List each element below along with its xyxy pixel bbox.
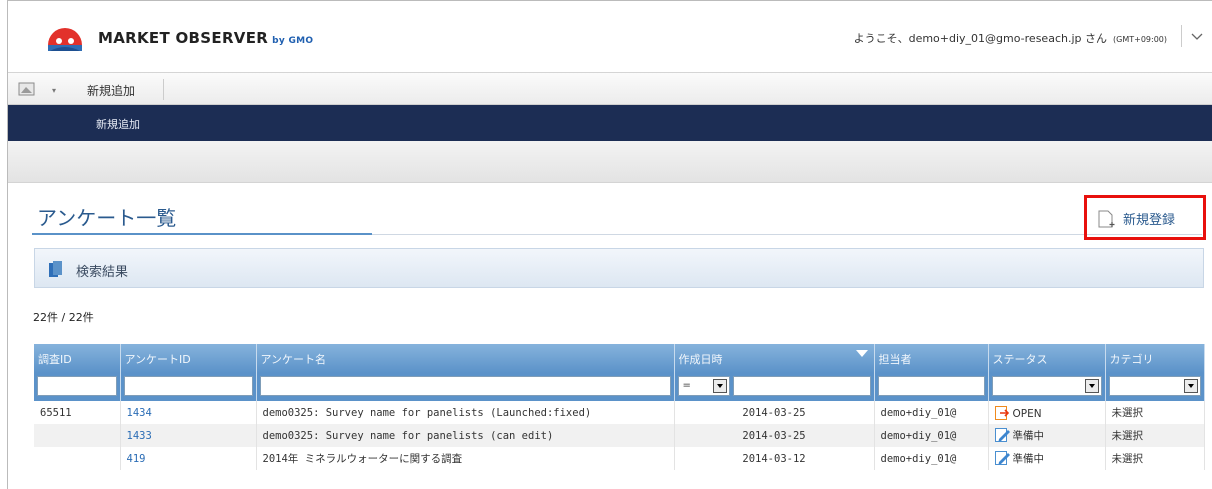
survey-table: 調査ID アンケートID アンケート名 作成日時 担当者 ステータス カテゴリ …: [34, 344, 1205, 470]
table-body: 65511 1434 demo0325: Survey name for pan…: [34, 401, 1205, 470]
chevron-down-icon: [1183, 379, 1198, 393]
filter-survey-id[interactable]: [37, 376, 117, 396]
date-filter-input[interactable]: [732, 376, 871, 396]
column-header-created[interactable]: 作成日時: [674, 344, 875, 373]
nav-item-new-add[interactable]: 新規追加: [96, 116, 140, 132]
app-header: MARKET OBSERVER by GMO ようこそ、demo+diy_01@g…: [8, 1, 1212, 61]
cell-created: 2014-03-25: [674, 424, 875, 447]
column-header-status[interactable]: ステータス: [988, 344, 1106, 373]
page-title: アンケート一覧: [37, 206, 177, 230]
cell-category: 未選択: [1105, 401, 1205, 424]
date-operator-select[interactable]: =: [677, 376, 730, 396]
filter-category-select[interactable]: [1108, 376, 1201, 396]
column-header-survey-id[interactable]: 調査ID: [34, 344, 121, 373]
search-results-label: 検索結果: [76, 265, 129, 280]
cell-category: 未選択: [1105, 447, 1205, 470]
cell-created: 2014-03-25: [674, 401, 875, 424]
chevron-down-icon: [712, 379, 727, 393]
brand-subtitle: by GMO: [272, 36, 314, 46]
sort-desc-icon: [855, 350, 868, 357]
table-header-row: 調査ID アンケートID アンケート名 作成日時 担当者 ステータス カテゴリ: [34, 344, 1205, 373]
app-window: MARKET OBSERVER by GMO ようこそ、demo+diy_01@g…: [7, 0, 1212, 489]
document-menu-icon[interactable]: [18, 82, 40, 96]
new-document-icon: [1098, 210, 1115, 228]
cell-survey-id: 65511: [34, 401, 121, 424]
filter-created: =: [677, 376, 871, 396]
filter-name[interactable]: [259, 376, 671, 396]
chevron-down-icon[interactable]: [1190, 29, 1204, 43]
edit-pencil-icon: [994, 428, 1010, 442]
cell-name: demo0325: Survey name for panelists (Lau…: [256, 401, 675, 424]
menu-divider: [163, 79, 164, 100]
status-label: OPEN: [1012, 407, 1042, 420]
cell-name: 2014年 ミネラルウォーターに関する調査: [256, 447, 675, 470]
cell-owner: demo+diy_01@: [874, 401, 989, 424]
new-registration-label: 新規登録: [1123, 213, 1176, 228]
cell-questionnaire-id-link[interactable]: 1434: [120, 401, 257, 424]
new-registration-button[interactable]: 新規登録: [1084, 195, 1206, 240]
cell-owner: demo+diy_01@: [874, 424, 989, 447]
table-row[interactable]: 419 2014年 ミネラルウォーターに関する調査 2014-03-12 dem…: [34, 447, 1205, 470]
brand-title: MARKET OBSERVER: [98, 29, 269, 47]
column-header-category[interactable]: カテゴリ: [1105, 344, 1205, 373]
cell-owner: demo+diy_01@: [874, 447, 989, 470]
filter-questionnaire-id[interactable]: [123, 376, 253, 396]
status-label: 準備中: [1012, 430, 1045, 442]
cell-created: 2014-03-12: [674, 447, 875, 470]
column-header-name[interactable]: アンケート名: [256, 344, 675, 373]
title-underline-accent: [32, 233, 372, 235]
cell-category: 未選択: [1105, 424, 1205, 447]
edit-pencil-icon: [994, 451, 1010, 465]
nav-bar: 新規追加: [8, 105, 1212, 141]
search-results-panel: 検索結果: [34, 248, 1204, 288]
cell-survey-id: [34, 424, 121, 447]
cell-questionnaire-id-link[interactable]: 419: [120, 447, 257, 470]
date-operator-value: =: [682, 380, 691, 391]
filter-status-select[interactable]: [991, 376, 1102, 396]
market-observer-logo: [48, 28, 82, 51]
results-icon: [49, 261, 62, 277]
column-header-owner[interactable]: 担当者: [874, 344, 989, 373]
cell-name: demo0325: Survey name for panelists (can…: [256, 424, 675, 447]
open-arrow-icon: [994, 405, 1009, 420]
cell-questionnaire-id-link[interactable]: 1433: [120, 424, 257, 447]
column-header-questionnaire-id[interactable]: アンケートID: [120, 344, 257, 373]
chevron-down-icon[interactable]: ▾: [52, 86, 56, 95]
column-header-created-label: 作成日時: [678, 352, 723, 366]
cell-status[interactable]: 準備中: [988, 424, 1106, 447]
brand-name: MARKET OBSERVER by GMO: [98, 29, 313, 47]
status-label: 準備中: [1012, 453, 1045, 465]
filter-row: =: [34, 373, 1205, 401]
header-divider: [1181, 25, 1182, 47]
timezone-label: (GMT+09:00): [1113, 35, 1167, 44]
sub-toolbar: [8, 141, 1212, 183]
table-row[interactable]: 65511 1434 demo0325: Survey name for pan…: [34, 401, 1205, 424]
filter-owner[interactable]: [877, 376, 985, 396]
menu-new-add[interactable]: 新規追加: [87, 82, 135, 99]
welcome-message: ようこそ、demo+diy_01@gmo-reseach.jp さん (GMT+0…: [854, 30, 1167, 46]
menu-bar: ▾ 新規追加: [8, 72, 1212, 105]
chevron-down-icon: [1084, 379, 1099, 393]
result-count: 22件 / 22件: [33, 311, 94, 324]
table-row[interactable]: 1433 demo0325: Survey name for panelists…: [34, 424, 1205, 447]
welcome-text: ようこそ、demo+diy_01@gmo-reseach.jp さん: [853, 32, 1107, 45]
cell-status[interactable]: OPEN: [988, 401, 1106, 424]
cell-survey-id: [34, 447, 121, 470]
cell-status[interactable]: 準備中: [988, 447, 1106, 470]
